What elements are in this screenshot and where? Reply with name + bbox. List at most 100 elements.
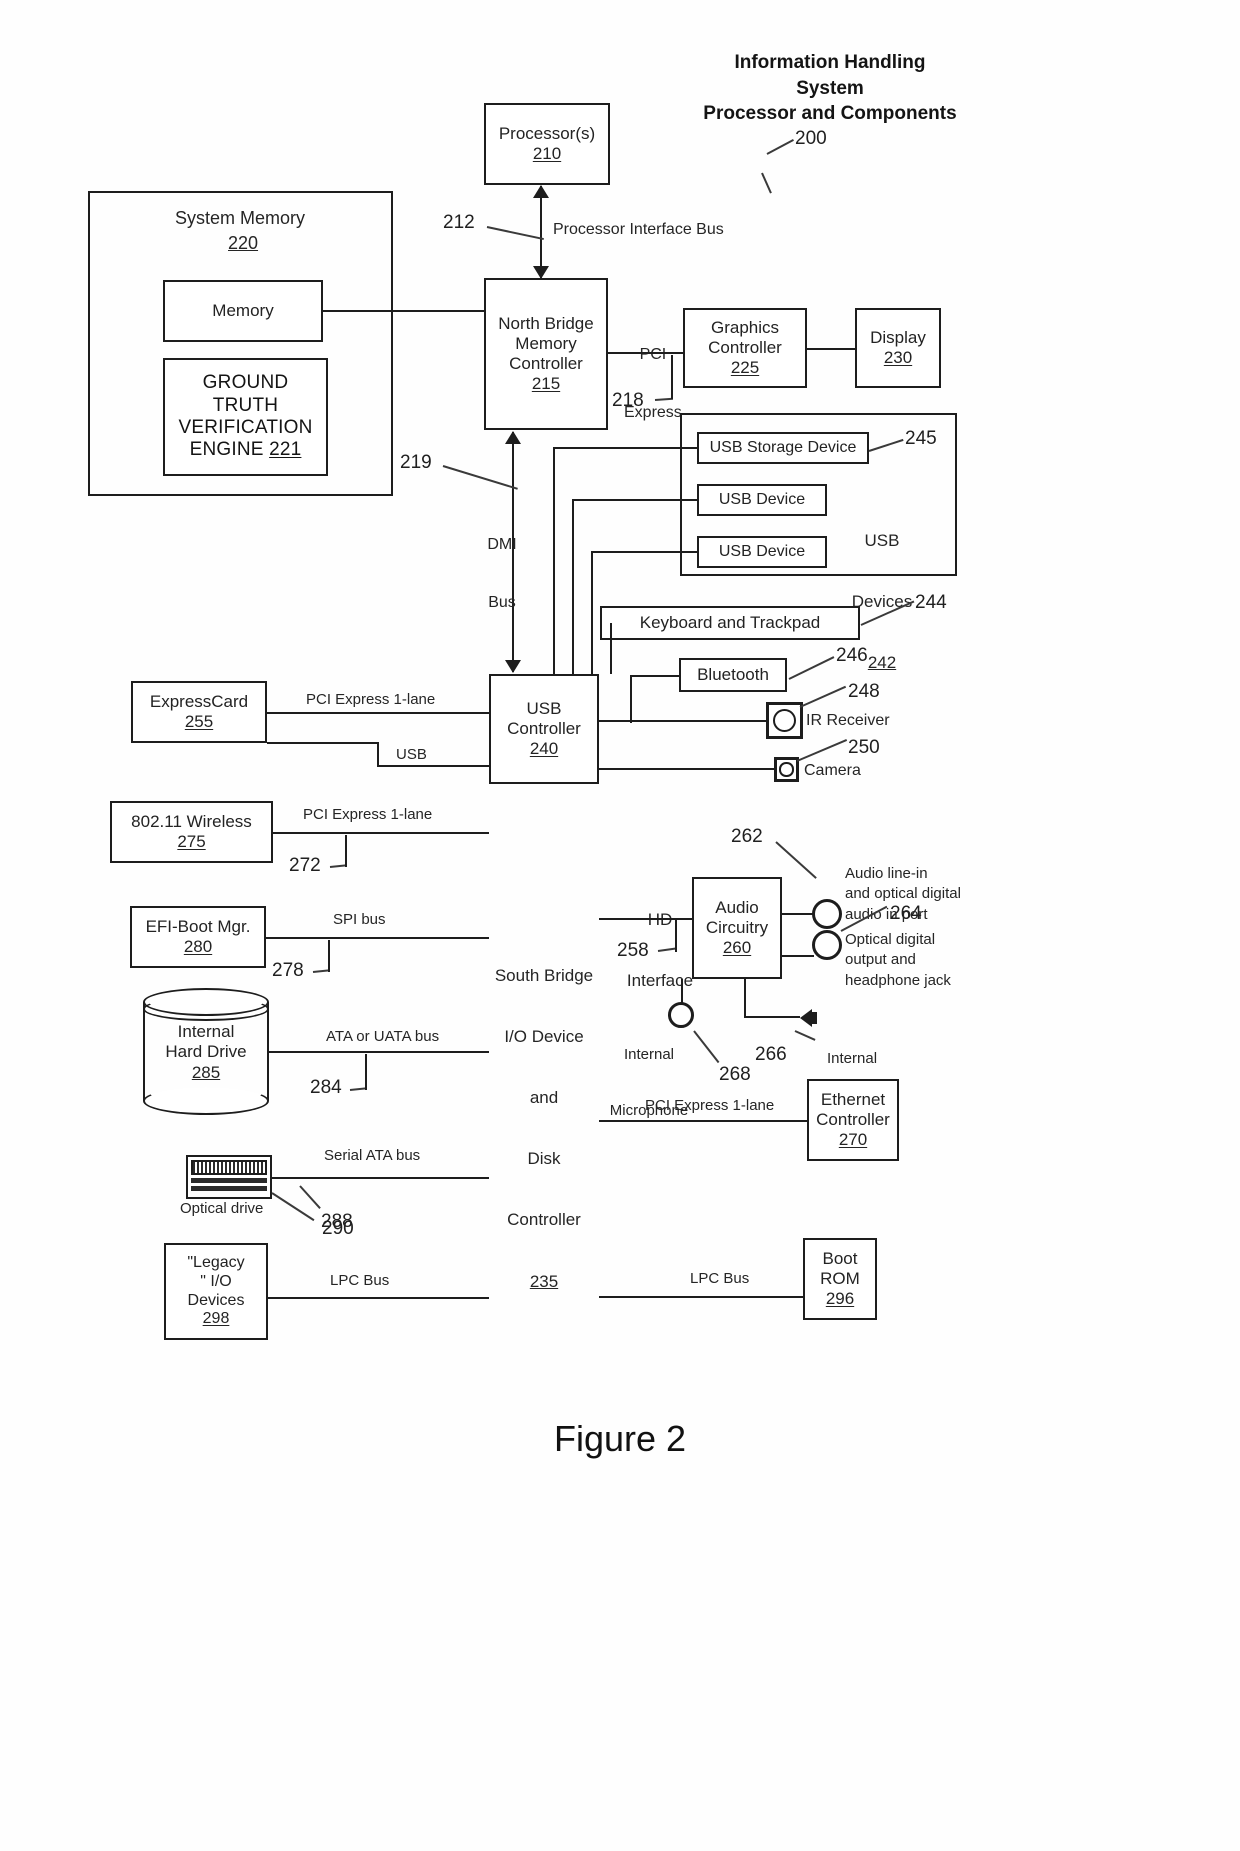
nb-ref: 215 bbox=[531, 374, 561, 394]
usbc-line-2: Controller bbox=[507, 718, 581, 738]
wire-microphone-v bbox=[681, 979, 683, 1003]
block-display[interactable]: Display 230 bbox=[855, 308, 941, 388]
block-usb-storage-device[interactable]: USB Storage Device bbox=[697, 432, 869, 464]
ir-receiver-label: IR Receiver bbox=[806, 712, 890, 729]
optical-out-1: Optical digital bbox=[845, 931, 936, 948]
leader-219 bbox=[442, 465, 518, 490]
audio-ref: 260 bbox=[722, 938, 752, 958]
optical-bar-2 bbox=[191, 1186, 267, 1191]
ref-262: 262 bbox=[731, 826, 763, 847]
bus-label-serial-ata: Serial ATA bus bbox=[324, 1147, 421, 1164]
audio-line-in-2: and optical digital bbox=[845, 885, 961, 903]
nb-line-3: Controller bbox=[509, 354, 583, 373]
sb-line-3: and bbox=[529, 1088, 559, 1108]
wire-usb-storage-v bbox=[553, 447, 555, 674]
wire-camera bbox=[599, 768, 774, 770]
block-expresscard[interactable]: ExpressCard 255 bbox=[131, 681, 267, 743]
ref-290: 290 bbox=[322, 1218, 354, 1239]
wire-audio-line-in bbox=[782, 913, 814, 915]
optical-bar-1 bbox=[191, 1178, 267, 1183]
block-bluetooth[interactable]: Bluetooth bbox=[679, 658, 787, 692]
sb-line-5: Controller bbox=[507, 1210, 581, 1230]
wire-boot-rom bbox=[599, 1296, 803, 1298]
leader-284-b bbox=[365, 1054, 367, 1090]
legacy-line-1: "Legacy bbox=[187, 1253, 245, 1271]
spk-line-1: Internal bbox=[827, 1049, 878, 1067]
usbc-ref: 240 bbox=[529, 739, 559, 759]
wire-hdd bbox=[269, 1051, 489, 1053]
block-north-bridge[interactable]: North Bridge Memory Controller 215 bbox=[484, 278, 608, 430]
bus-label-spi: SPI bus bbox=[333, 911, 386, 928]
block-efi-boot-mgr[interactable]: EFI-Boot Mgr. 280 bbox=[130, 906, 266, 968]
block-ethernet-controller[interactable]: Ethernet Controller 270 bbox=[807, 1079, 899, 1161]
wire-expresscard-usb-b bbox=[377, 765, 489, 767]
ref-245: 245 bbox=[905, 428, 937, 449]
efi-ref: 280 bbox=[183, 937, 213, 956]
link-graphics-display bbox=[807, 348, 855, 350]
bus-label-ata: ATA or UATA bus bbox=[326, 1028, 440, 1045]
bus-label-usb: USB bbox=[396, 746, 427, 763]
ref-264: 264 bbox=[890, 903, 922, 924]
leader-288 bbox=[299, 1185, 321, 1209]
efi-label: EFI-Boot Mgr. bbox=[145, 916, 251, 936]
audio-line-2: Circuitry bbox=[705, 917, 769, 937]
block-usb-controller[interactable]: USB Controller 240 bbox=[489, 674, 599, 784]
mic-line-1: Internal bbox=[623, 1045, 675, 1063]
wire-speakers-h bbox=[744, 1016, 800, 1018]
block-boot-rom[interactable]: Boot ROM 296 bbox=[803, 1238, 877, 1320]
internal-speakers-icon bbox=[800, 1006, 820, 1030]
wire-legacy-io bbox=[268, 1297, 489, 1299]
wireless-ref: 275 bbox=[177, 832, 206, 851]
leader-250 bbox=[796, 738, 848, 762]
bus-label-dmi: DMI Bus bbox=[474, 497, 530, 651]
eth-line-2: Controller bbox=[816, 1109, 890, 1129]
camera-icon bbox=[774, 757, 799, 782]
sb-ref: 235 bbox=[529, 1271, 559, 1291]
gc-ref: 225 bbox=[730, 358, 760, 378]
block-usb-device-1[interactable]: USB Device bbox=[697, 484, 827, 516]
sb-line-4: Disk bbox=[527, 1149, 561, 1169]
bus-label-pcie-1lane-c: PCI Express 1-lane bbox=[645, 1097, 775, 1114]
wireless-label: 802.11 Wireless bbox=[131, 811, 252, 831]
hdd-bottom bbox=[143, 1087, 269, 1115]
leader-272-b bbox=[345, 835, 347, 867]
ref-268: 268 bbox=[719, 1064, 751, 1085]
block-memory[interactable]: Memory bbox=[163, 280, 323, 342]
bluetooth-label: Bluetooth bbox=[697, 664, 769, 684]
block-audio-circuitry[interactable]: Audio Circuitry 260 bbox=[692, 877, 782, 979]
ref-218: 218 bbox=[612, 390, 644, 411]
block-wireless[interactable]: 802.11 Wireless 275 bbox=[110, 801, 273, 863]
usbc-line-1: USB bbox=[526, 698, 562, 718]
block-internal-hard-drive[interactable]: Internal Hard Drive 285 bbox=[143, 988, 269, 1115]
block-legacy-io[interactable]: "Legacy " I/O Devices 298 bbox=[164, 1243, 268, 1340]
block-keyboard-trackpad[interactable]: Keyboard and Trackpad bbox=[600, 606, 860, 640]
nb-line-2: Memory bbox=[515, 333, 577, 353]
leader-272-a bbox=[329, 864, 347, 868]
optical-out-2: output and bbox=[845, 951, 916, 969]
hdd-text: Internal Hard Drive 285 bbox=[143, 1022, 269, 1083]
leader-248 bbox=[799, 685, 847, 708]
block-ground-truth-engine[interactable]: GROUND TRUTH VERIFICATION ENGINE 221 bbox=[163, 358, 328, 476]
figure-title: Information Handling System Processor an… bbox=[690, 50, 970, 127]
leader-200 bbox=[766, 139, 794, 155]
block-processor[interactable]: Processor(s) 210 bbox=[484, 103, 610, 185]
optical-out-label: Optical digital output and headphone jac… bbox=[845, 930, 1005, 991]
wire-ir-receiver bbox=[599, 720, 766, 722]
optical-drive-icon bbox=[186, 1155, 272, 1199]
block-graphics-controller[interactable]: Graphics Controller 225 bbox=[683, 308, 807, 388]
block-south-bridge[interactable]: South Bridge I/O Device and Disk Control… bbox=[489, 925, 599, 1333]
ref-246: 246 bbox=[836, 645, 868, 666]
wire-expresscard-usb-v bbox=[377, 742, 379, 767]
gt-line-1: GROUND bbox=[202, 372, 289, 394]
leader-200-arrow bbox=[761, 172, 772, 194]
wire-bluetooth-v bbox=[630, 675, 632, 723]
wire-speakers-v bbox=[744, 979, 746, 1016]
block-processor-ref: 210 bbox=[532, 144, 562, 163]
expresscard-ref: 255 bbox=[184, 712, 214, 731]
ref-284: 284 bbox=[310, 1077, 342, 1098]
block-memory-label: Memory bbox=[212, 300, 274, 320]
system-memory-title: System Memory bbox=[175, 208, 306, 228]
block-usb-device-2[interactable]: USB Device bbox=[697, 536, 827, 568]
bus-label-pci-express: PCI Express bbox=[624, 307, 682, 461]
ref-212: 212 bbox=[443, 212, 475, 233]
